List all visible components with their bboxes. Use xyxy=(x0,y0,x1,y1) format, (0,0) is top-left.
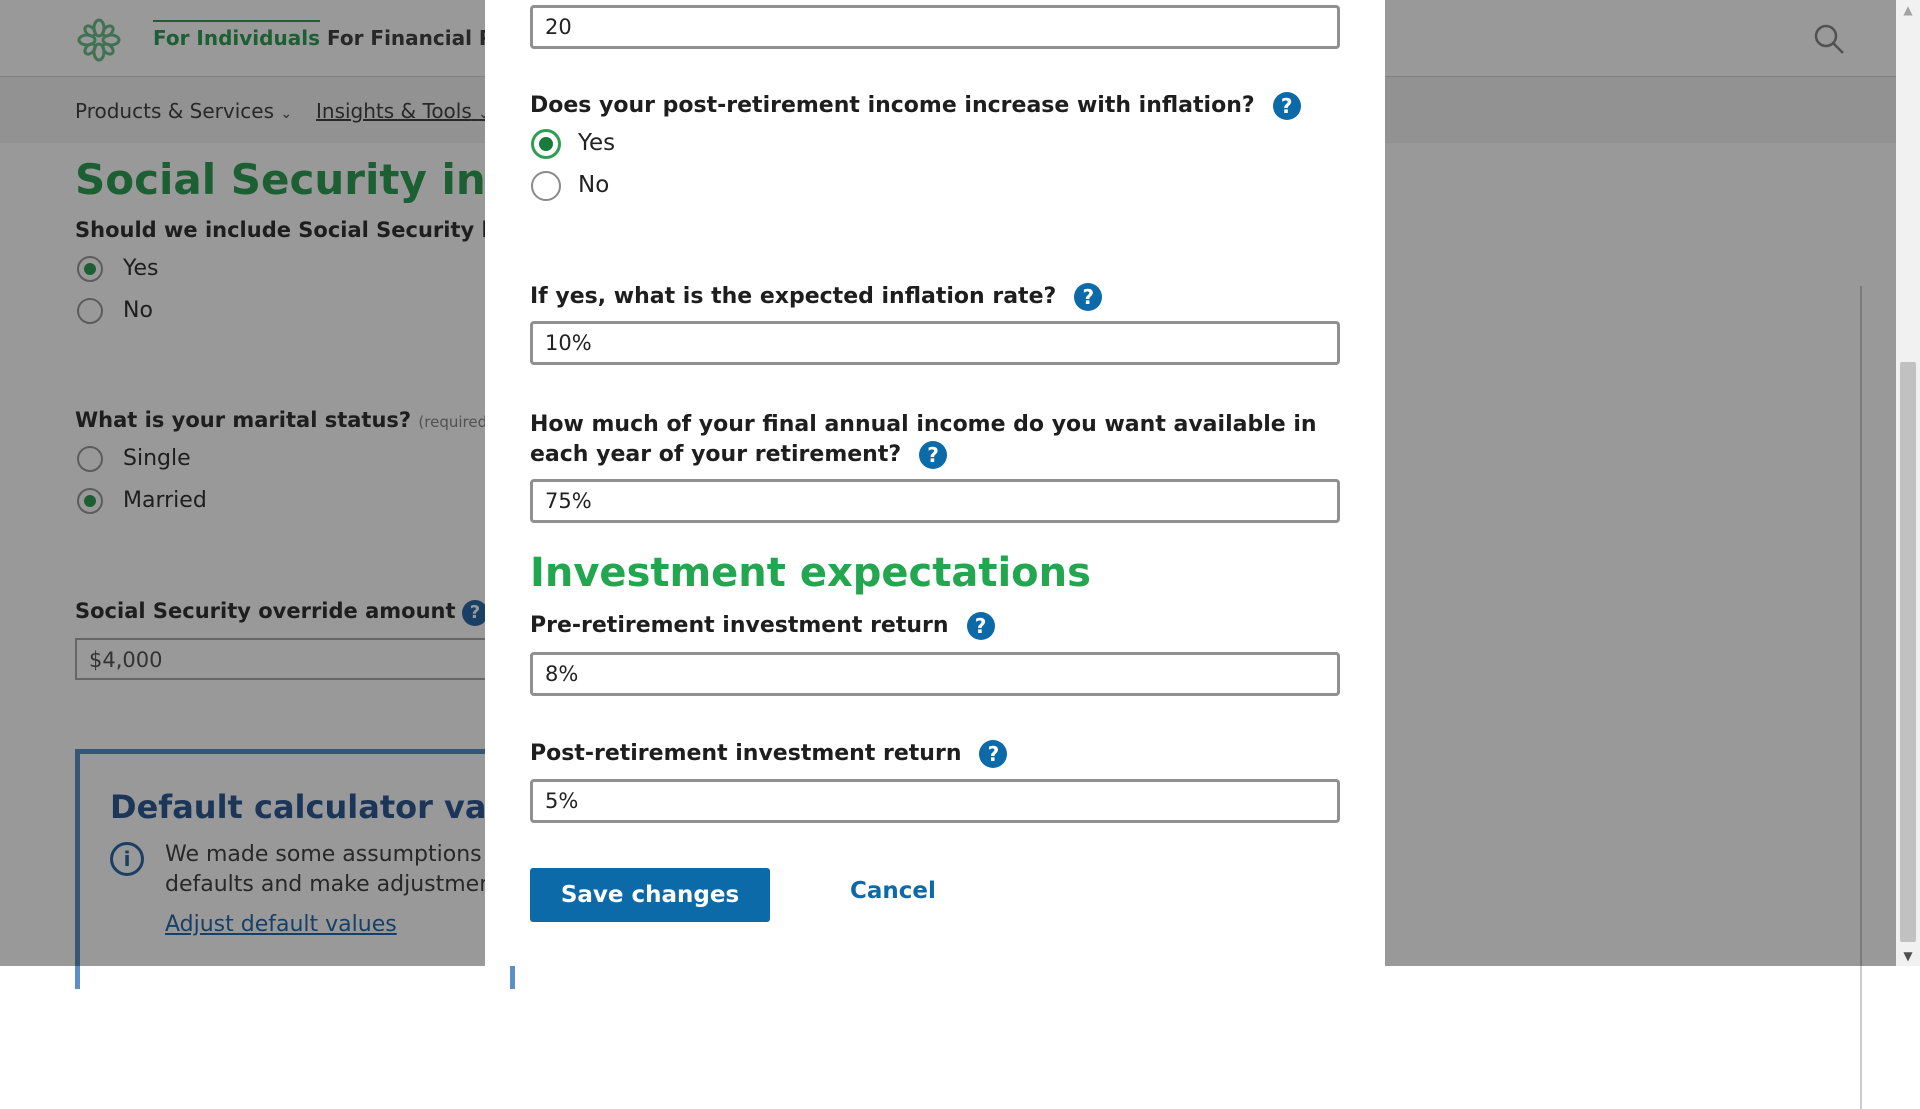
income-replacement-label: How much of your final annual income do … xyxy=(530,410,1360,470)
help-icon[interactable]: ? xyxy=(966,612,995,640)
help-icon[interactable]: ? xyxy=(1272,92,1301,120)
inflation-rate-label: If yes, what is the expected inflation r… xyxy=(530,283,1103,311)
adjust-defaults-modal: Does your post-retirement income increas… xyxy=(485,0,1385,966)
post-retirement-return-label-text: Post-retirement investment return xyxy=(530,741,962,766)
scrollbar-thumb[interactable] xyxy=(1900,362,1916,942)
investment-expectations-heading: Investment expectations xyxy=(530,550,1091,596)
inflation-no-radio[interactable] xyxy=(531,171,561,201)
cancel-button[interactable]: Cancel xyxy=(850,878,936,904)
inflation-yes-label[interactable]: Yes xyxy=(578,130,615,156)
scroll-down-arrow-icon[interactable]: ▼ xyxy=(1896,946,1920,966)
inflation-question: Does your post-retirement income increas… xyxy=(530,92,1301,120)
post-retirement-return-label: Post-retirement investment return? xyxy=(530,740,1008,768)
inflation-no-label[interactable]: No xyxy=(578,172,609,198)
pre-retirement-return-label-text: Pre-retirement investment return xyxy=(530,613,949,638)
help-icon[interactable]: ? xyxy=(979,740,1008,768)
help-icon[interactable]: ? xyxy=(1074,283,1103,311)
inflation-rate-input[interactable] xyxy=(530,321,1340,365)
years-input[interactable] xyxy=(530,5,1340,49)
inflation-yes-radio[interactable] xyxy=(531,129,561,159)
pre-retirement-return-input[interactable] xyxy=(530,652,1340,696)
inflation-rate-label-text: If yes, what is the expected inflation r… xyxy=(530,284,1057,309)
page-scrollbar[interactable]: ▲ ▼ xyxy=(1896,0,1920,966)
help-icon[interactable]: ? xyxy=(919,441,948,469)
pre-retirement-return-label: Pre-retirement investment return? xyxy=(530,612,995,640)
scroll-up-arrow-icon[interactable]: ▲ xyxy=(1896,0,1920,20)
inflation-question-text: Does your post-retirement income increas… xyxy=(530,93,1255,118)
post-retirement-return-input[interactable] xyxy=(530,779,1340,823)
save-changes-button[interactable]: Save changes xyxy=(530,868,770,922)
income-replacement-input[interactable] xyxy=(530,479,1340,523)
